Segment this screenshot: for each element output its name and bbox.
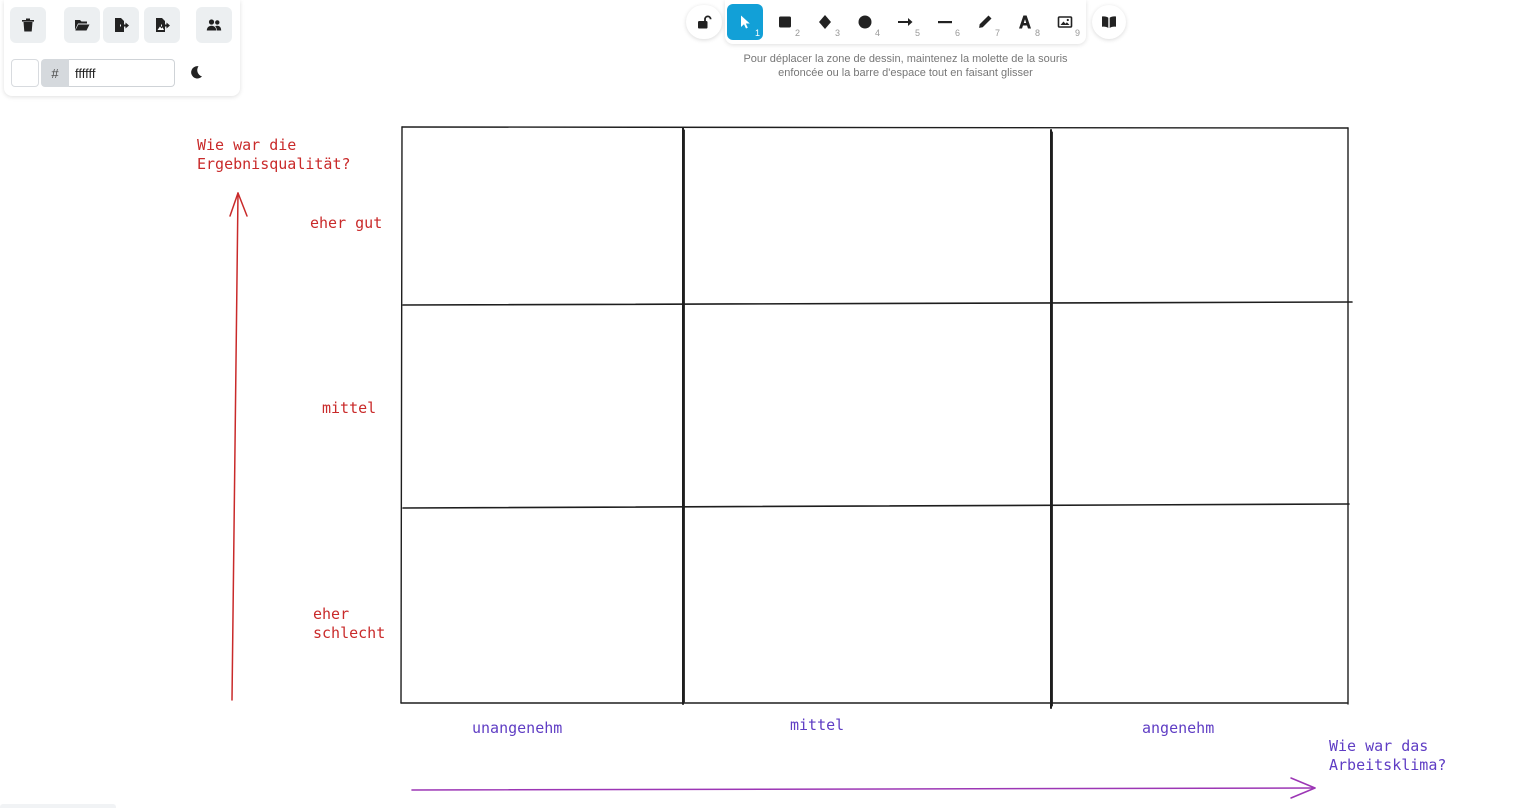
background-color-input[interactable]	[69, 59, 175, 87]
tool-arrow[interactable]: 5	[887, 4, 923, 40]
x-axis-arrow[interactable]	[411, 777, 1316, 799]
image-export-icon	[156, 18, 170, 32]
y-label-low[interactable]: eher schlecht	[313, 605, 385, 643]
line-icon	[938, 21, 952, 24]
pan-hint-text: Pour déplacer la zone de dessin, mainten…	[743, 53, 1068, 79]
x-axis-title[interactable]: Wie war das Arbeitsklima?	[1329, 737, 1446, 775]
tool-diamond[interactable]: 3	[807, 4, 843, 40]
tool-draw[interactable]: 7	[967, 4, 1003, 40]
shape-toolbar: 1 2 3 4 5 6 7 8 9	[725, 0, 1086, 44]
library-button[interactable]	[1092, 5, 1126, 39]
x-label-high[interactable]: angenehm	[1142, 719, 1214, 738]
grid-matrix[interactable]	[400, 126, 1353, 709]
arrow-right-icon	[898, 18, 913, 26]
grid-hline-1[interactable]	[402, 301, 1353, 306]
y-axis-title[interactable]: Wie war die Ergebnisqualität?	[197, 136, 351, 174]
canvas-actions-panel: #	[4, 0, 240, 96]
grid-border-top[interactable]	[401, 126, 1349, 129]
y-axis-arrow[interactable]	[229, 192, 248, 701]
tool-line[interactable]: 6	[927, 4, 963, 40]
circle-icon	[858, 15, 872, 29]
pencil-icon	[979, 15, 992, 28]
x-label-mid[interactable]: mittel	[790, 716, 844, 735]
tool-shortcut: 9	[1074, 28, 1080, 38]
grid-border-left[interactable]	[400, 126, 403, 704]
hash-prefix: #	[41, 59, 69, 87]
tool-shortcut: 6	[954, 28, 960, 38]
tool-image[interactable]: 9	[1047, 4, 1083, 40]
tool-text[interactable]: 8	[1007, 4, 1043, 40]
x-label-low[interactable]: unangenehm	[472, 719, 562, 738]
background-color-swatch[interactable]	[11, 59, 39, 87]
tool-shortcut: 1	[754, 28, 760, 38]
tool-shortcut: 5	[914, 28, 920, 38]
square-icon	[779, 16, 791, 28]
moon-icon[interactable]	[188, 64, 204, 80]
image-icon	[1057, 16, 1073, 28]
tool-ellipse[interactable]: 4	[847, 4, 883, 40]
tool-rectangle[interactable]: 2	[767, 4, 803, 40]
drawing-canvas[interactable]	[0, 0, 1536, 808]
text-icon	[1019, 15, 1031, 29]
tool-shortcut: 2	[794, 28, 800, 38]
y-label-high[interactable]: eher gut	[310, 214, 382, 233]
export-button[interactable]	[103, 7, 139, 43]
footer-bar	[0, 804, 116, 808]
open-button[interactable]	[64, 7, 100, 43]
book-icon	[1102, 16, 1116, 28]
tool-shortcut: 3	[834, 28, 840, 38]
tool-shortcut: 7	[994, 28, 1000, 38]
y-label-mid[interactable]: mittel	[322, 399, 376, 418]
lock-toggle-button[interactable]	[686, 5, 722, 39]
tool-shortcut: 4	[874, 28, 880, 38]
file-export-icon	[115, 18, 129, 32]
export-image-button[interactable]	[144, 7, 180, 43]
unlock-icon	[698, 15, 712, 29]
folder-open-icon	[75, 20, 90, 31]
delete-button[interactable]	[10, 7, 46, 43]
cursor-icon	[741, 15, 750, 29]
tool-selection[interactable]: 1	[727, 4, 763, 40]
diamond-icon	[819, 15, 831, 29]
tool-shortcut: 8	[1034, 28, 1040, 38]
collaboration-button[interactable]	[196, 7, 232, 43]
trash-icon	[22, 18, 34, 32]
grid-hline-2[interactable]	[402, 503, 1350, 509]
users-icon	[206, 19, 222, 31]
